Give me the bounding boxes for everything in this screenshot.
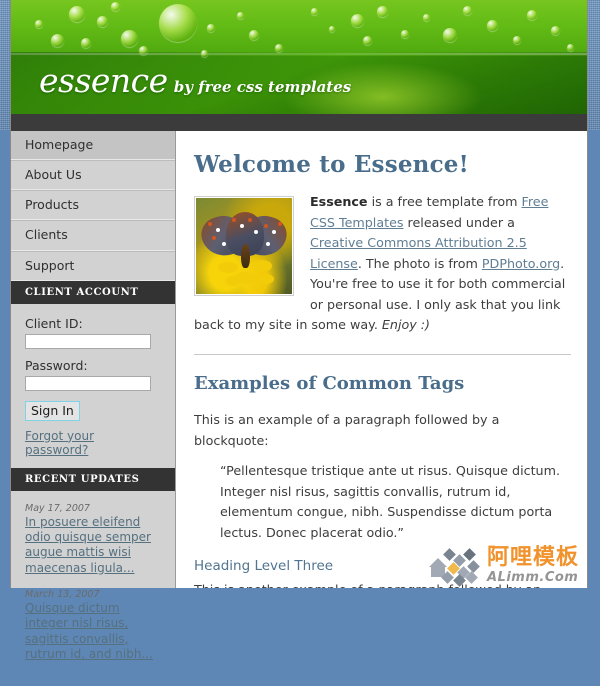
water-droplet	[81, 38, 91, 48]
forgot-password-link[interactable]: Forgot your password?	[25, 429, 161, 457]
client-id-input[interactable]	[25, 333, 151, 349]
water-droplet	[35, 20, 43, 28]
sidebar-item-support[interactable]: Support	[11, 250, 175, 281]
recent-updates-list: May 17, 2007 In posuere eleifend odio qu…	[11, 491, 175, 686]
brand-name: essence	[39, 61, 168, 100]
water-droplet	[551, 26, 560, 35]
update-link[interactable]: Quisque dictum integer nisl risus, sagit…	[25, 601, 161, 662]
sidebar-item-clients[interactable]: Clients	[11, 220, 175, 251]
water-droplet	[201, 50, 208, 57]
water-droplet	[121, 30, 138, 47]
water-droplet	[443, 28, 457, 42]
update-date: March 13, 2007	[25, 589, 100, 601]
leaf-band	[11, 0, 587, 56]
recent-updates-heading: RECENT UPDATES	[11, 467, 175, 491]
intro-part2: released under a	[403, 214, 515, 230]
nav-link-homepage[interactable]: Homepage	[11, 131, 175, 159]
water-droplet	[423, 14, 430, 21]
sidebar-item-products[interactable]: Products	[11, 190, 175, 221]
intro-section: Essence is a free template from Free CSS…	[194, 192, 571, 346]
nav-link-products[interactable]: Products	[11, 191, 175, 219]
butterfly-photo	[194, 196, 294, 296]
page-wrapper: essence by free css templates Homepage Ab…	[10, 0, 588, 661]
water-droplet	[111, 2, 120, 11]
water-droplet	[377, 6, 388, 17]
water-droplet	[513, 36, 521, 44]
water-droplet	[207, 24, 215, 32]
update-date: May 17, 2007	[25, 502, 90, 514]
water-droplet	[275, 44, 283, 52]
sidebar-item-about-us[interactable]: About Us	[11, 160, 175, 191]
pdphoto-link[interactable]: PDPhoto.org	[482, 256, 560, 271]
water-droplet	[329, 26, 335, 32]
main-content: Welcome to Essence! Essence is a free te…	[176, 131, 587, 588]
water-droplet	[159, 4, 197, 42]
water-droplet	[311, 8, 318, 15]
water-droplet	[351, 14, 364, 27]
site-brand: essence by free css templates	[39, 61, 351, 100]
water-droplet	[401, 30, 409, 38]
water-droplet	[527, 10, 537, 20]
password-label: Password:	[25, 357, 88, 373]
list-item: May 17, 2007 In posuere eleifend odio qu…	[25, 503, 161, 576]
examples-heading: Examples of Common Tags	[194, 373, 465, 395]
water-droplet	[487, 20, 498, 31]
water-droplet	[237, 12, 244, 19]
update-link[interactable]: In posuere eleifend odio quisque semper …	[25, 515, 161, 576]
butterfly-body	[241, 244, 250, 268]
nav-link-about-us[interactable]: About Us	[11, 161, 175, 189]
heading-level-three: Heading Level Three	[194, 557, 334, 574]
unordered-intro-paragraph: This is another example of a paragraph f…	[194, 580, 571, 588]
blockquote-intro-paragraph: This is an example of a paragraph follow…	[194, 412, 500, 448]
water-droplet	[97, 16, 108, 27]
water-droplet	[463, 6, 472, 15]
water-droplet	[139, 46, 148, 55]
intro-part1: is a free template from	[367, 194, 522, 209]
intro-part3: . The photo is from	[357, 255, 482, 271]
blockquote: “Pellentesque tristique ante ut risus. Q…	[220, 463, 560, 540]
list-item: March 13, 2007 Quisque dictum integer ni…	[25, 589, 161, 662]
nav-link-clients[interactable]: Clients	[11, 221, 175, 249]
client-account-heading: CLIENT ACCOUNT	[11, 280, 175, 304]
water-droplet	[249, 30, 259, 40]
page-title: Welcome to Essence!	[194, 151, 469, 178]
sidebar-item-homepage[interactable]: Homepage	[11, 131, 175, 161]
water-droplet	[567, 44, 574, 51]
intro-strong: Essence	[310, 194, 368, 209]
nav-link-support[interactable]: Support	[11, 252, 175, 280]
client-id-label: Client ID:	[25, 315, 83, 331]
section-divider	[194, 354, 571, 356]
intro-enjoy: Enjoy :)	[381, 317, 431, 333]
password-input[interactable]	[25, 375, 151, 391]
client-account-form: Client ID: Password: Sign In Forgot your…	[11, 304, 175, 468]
content-columns: Homepage About Us Products Clients Suppo…	[11, 131, 587, 661]
main-navigation: Homepage About Us Products Clients Suppo…	[11, 131, 175, 281]
sidebar: Homepage About Us Products Clients Suppo…	[11, 131, 176, 661]
photo-image	[196, 198, 292, 294]
water-droplet	[51, 34, 64, 47]
header-dark-divider	[11, 114, 587, 131]
site-header: essence by free css templates	[11, 0, 587, 114]
brand-tagline: by free css templates	[173, 78, 352, 96]
water-droplet	[363, 36, 372, 45]
water-droplet	[69, 6, 85, 22]
sign-in-button[interactable]: Sign In	[25, 400, 80, 421]
